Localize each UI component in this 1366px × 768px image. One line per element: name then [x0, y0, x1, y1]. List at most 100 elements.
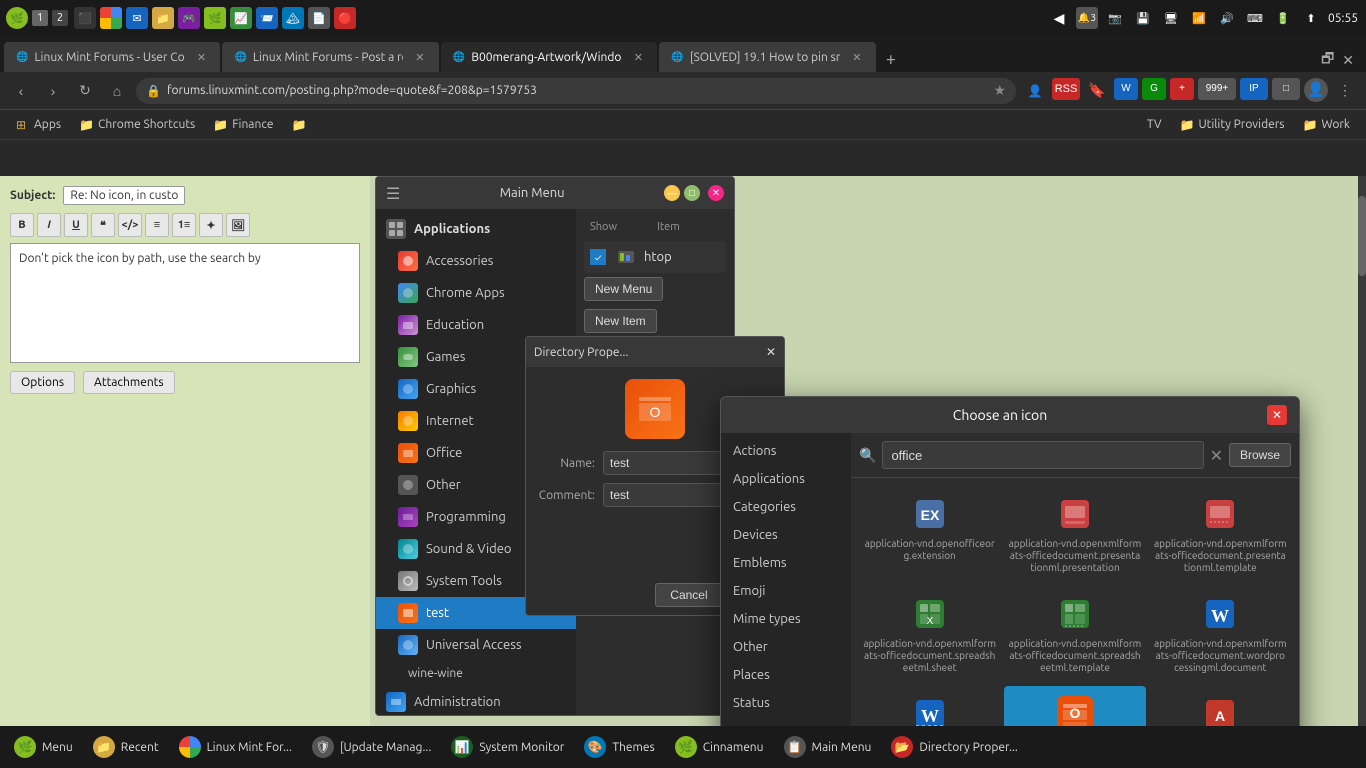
mm-minimize-btn[interactable]: —: [664, 185, 680, 201]
ci-icon-3[interactable]: X application-vnd.openxmlformats-officed…: [859, 586, 1000, 682]
bm-chrome-shortcuts[interactable]: 📁 Chrome Shortcuts: [71, 113, 203, 137]
tray-keyboard[interactable]: ⌨: [1244, 7, 1266, 29]
tb-update[interactable]: 🛡 [Update Manag...: [304, 729, 439, 765]
ci-category-emoji[interactable]: Emoji: [721, 577, 851, 605]
tb-menu[interactable]: 🌿 Menu: [6, 729, 81, 765]
ext-icon-3[interactable]: +: [1170, 78, 1194, 100]
olist-btn[interactable]: 1≡: [172, 213, 196, 237]
app-icon-mint[interactable]: 🌿: [204, 7, 226, 29]
workspace-2[interactable]: 2: [52, 10, 68, 26]
sidebar-item-chromeapps[interactable]: Chrome Apps: [376, 277, 576, 309]
ext-icon-6[interactable]: □: [1272, 78, 1300, 100]
italic-btn[interactable]: I: [37, 213, 61, 237]
app-icon-stocks[interactable]: 📈: [230, 7, 252, 29]
browser-close-btn[interactable]: ✕: [1342, 52, 1354, 69]
app-icon-terminal[interactable]: ⬛: [74, 7, 96, 29]
tray-battery[interactable]: 🔋: [1272, 7, 1294, 29]
tab-3[interactable]: 🌐 B00merang-Artwork/Windows-1 ✕: [441, 42, 657, 72]
tb-sysmonitor[interactable]: 📊 System Monitor: [443, 729, 572, 765]
ext-icon-5[interactable]: IP: [1240, 78, 1268, 100]
tab-4[interactable]: 🌐 [SOLVED] 19.1 How to pin snapp... ✕: [659, 42, 875, 72]
app-icon-docs[interactable]: 📄: [308, 7, 330, 29]
ci-category-places[interactable]: Places: [721, 661, 851, 689]
sidebar-item-wine[interactable]: wine-wine: [376, 661, 576, 686]
ci-close-btn[interactable]: ✕: [1267, 405, 1287, 425]
app-icon-files[interactable]: 📁: [152, 7, 174, 29]
app-icon-mail2[interactable]: 📨: [256, 7, 278, 29]
tray-back[interactable]: ◀: [1048, 7, 1070, 29]
tb-chrome[interactable]: Linux Mint For...: [171, 729, 300, 765]
bm-finance[interactable]: 📁 Finance: [205, 113, 281, 137]
app-icon-chrome[interactable]: [100, 7, 122, 29]
tray-volume[interactable]: 🔊: [1216, 7, 1238, 29]
ci-search-input[interactable]: [882, 441, 1203, 469]
ci-category-devices[interactable]: Devices: [721, 521, 851, 549]
tray-monitor[interactable]: 🖥: [1160, 7, 1182, 29]
bookmark-icon[interactable]: 🔖: [1084, 78, 1110, 104]
menu-icon[interactable]: ⋮: [1332, 78, 1358, 104]
bm-work[interactable]: 📁 Work: [1294, 113, 1358, 137]
back-button[interactable]: ‹: [8, 78, 34, 104]
ci-category-other[interactable]: Other: [721, 633, 851, 661]
editor-content[interactable]: Don't pick the icon by path, use the sea…: [10, 243, 360, 363]
image-btn[interactable]: 🖼: [226, 213, 250, 237]
ci-icon-2[interactable]: application-vnd.openxmlformats-officedoc…: [1150, 486, 1291, 582]
tray-upload[interactable]: ⬆: [1300, 7, 1322, 29]
ci-icon-5[interactable]: W application-vnd.openxmlformats-officed…: [1150, 586, 1291, 682]
tab-2[interactable]: 🌐 Linux Mint Forums - Post a reply ✕: [222, 42, 438, 72]
sidebar-item-ua[interactable]: Universal Access: [376, 629, 576, 661]
tab-1-close[interactable]: ✕: [194, 50, 208, 64]
attachments-btn[interactable]: Attachments: [83, 371, 175, 394]
bold-btn[interactable]: B: [10, 213, 34, 237]
home-button[interactable]: ⌂: [104, 78, 130, 104]
new-menu-btn[interactable]: New Menu: [584, 277, 663, 301]
forward-button[interactable]: ›: [40, 78, 66, 104]
options-btn[interactable]: Options: [10, 371, 75, 394]
restore-down-btn[interactable]: 🗗: [1321, 48, 1334, 72]
page-scrollbar[interactable]: [1358, 176, 1366, 768]
quote-btn[interactable]: ❝: [91, 213, 115, 237]
ci-category-actions[interactable]: Actions: [721, 437, 851, 465]
ci-category-categories[interactable]: Categories: [721, 493, 851, 521]
ci-category-applications[interactable]: Applications: [721, 465, 851, 493]
app-icon-game[interactable]: 🎮: [178, 7, 200, 29]
app-icon-mail[interactable]: ✉: [126, 7, 148, 29]
ci-browse-btn[interactable]: Browse: [1229, 443, 1291, 467]
tb-recent[interactable]: 📁 Recent: [85, 729, 167, 765]
dir-props-icon[interactable]: O: [625, 379, 685, 439]
ci-category-emblems[interactable]: Emblems: [721, 549, 851, 577]
tray-notify[interactable]: 🔔3: [1076, 7, 1098, 29]
tray-cam[interactable]: 📷: [1104, 7, 1126, 29]
sidebar-item-accessories[interactable]: Accessories: [376, 245, 576, 277]
mm-htop-item[interactable]: ✓ htop: [584, 241, 726, 273]
account-icon[interactable]: 👤: [1022, 78, 1048, 104]
tb-mainmenu[interactable]: 📋 Main Menu: [776, 729, 880, 765]
ci-icon-4[interactable]: application-vnd.openxmlformats-officedoc…: [1004, 586, 1145, 682]
scrollbar-thumb[interactable]: [1358, 196, 1366, 276]
hamburger-icon[interactable]: ☰: [386, 184, 400, 203]
tab-3-close[interactable]: ✕: [631, 50, 645, 64]
dp-cancel-btn[interactable]: Cancel: [655, 583, 722, 607]
tab-1[interactable]: 🌐 Linux Mint Forums - User Contro ✕: [4, 42, 220, 72]
new-item-btn[interactable]: New Item: [584, 309, 657, 333]
ci-icon-1[interactable]: application-vnd.openxmlformats-officedoc…: [1004, 486, 1145, 582]
tb-dirprops[interactable]: 📂 Directory Proper...: [883, 729, 1025, 765]
ext-icon-4[interactable]: 999+: [1198, 78, 1236, 100]
bm-tv[interactable]: TV: [1139, 113, 1170, 137]
sidebar-item-admin[interactable]: Administration: [376, 686, 576, 715]
new-tab-button[interactable]: +: [878, 46, 904, 72]
tab-4-close[interactable]: ✕: [850, 50, 864, 64]
avatar-icon[interactable]: 👤: [1304, 78, 1328, 102]
mint-logo[interactable]: 🌿: [6, 7, 28, 29]
underline-btn[interactable]: U: [64, 213, 88, 237]
address-box[interactable]: 🔒 forums.linuxmint.com/posting.php?mode=…: [136, 78, 1016, 104]
workspace-1[interactable]: 1: [32, 10, 48, 26]
tb-cinnamenu[interactable]: 🌿 Cinnamenu: [667, 729, 772, 765]
sidebar-item-applications[interactable]: Applications: [376, 213, 576, 245]
rss-icon[interactable]: RSS: [1052, 78, 1080, 100]
special-btn[interactable]: ✦: [199, 213, 223, 237]
ext-icon-2[interactable]: G: [1142, 78, 1166, 100]
htop-checkbox[interactable]: ✓: [590, 249, 606, 265]
dir-props-close-btn[interactable]: ✕: [766, 345, 776, 359]
tab-2-close[interactable]: ✕: [413, 50, 427, 64]
